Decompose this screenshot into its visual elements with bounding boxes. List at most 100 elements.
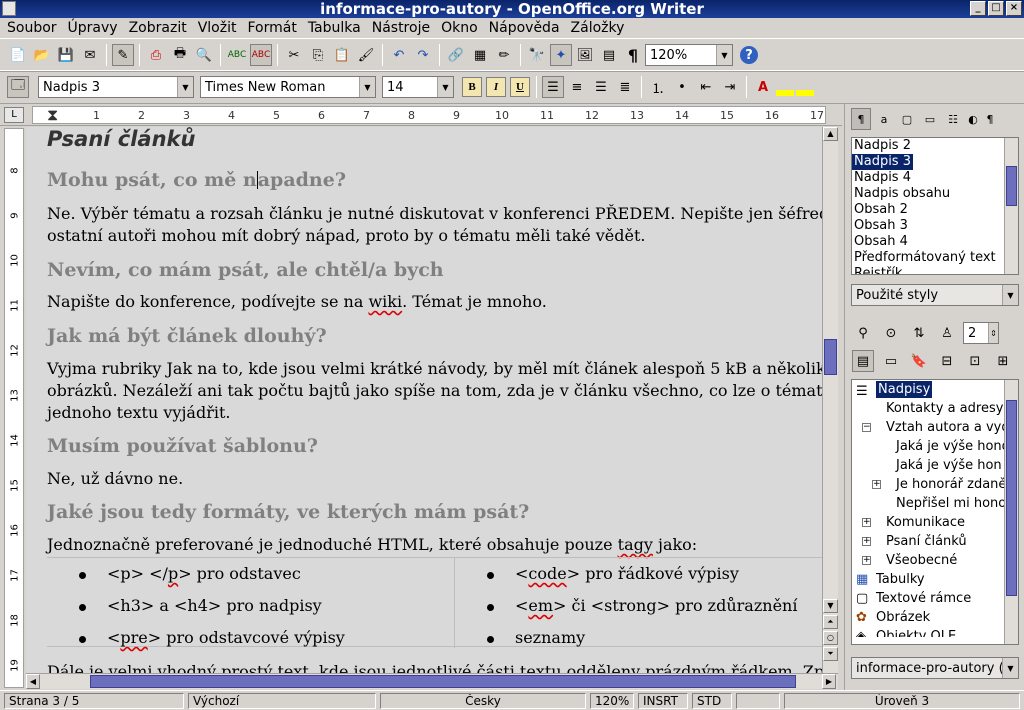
tree-item[interactable]: ✿ Obrázek xyxy=(852,608,1018,627)
list-item[interactable]: Nadpis obsahu xyxy=(852,186,1018,202)
list-item[interactable]: Předformátovaný text xyxy=(852,250,1018,266)
save-icon[interactable]: 💾 xyxy=(55,44,77,66)
paste-icon[interactable]: 📋 xyxy=(331,44,353,66)
navigator-icon[interactable]: ✦ xyxy=(550,44,572,66)
data-sources-icon[interactable]: ▤ xyxy=(598,44,620,66)
styles-list[interactable]: Nadpis 2 Nadpis 3 Nadpis 4 Nadpis obsahu… xyxy=(851,137,1019,275)
export-pdf-icon[interactable]: ⎙ xyxy=(145,44,167,66)
insert-mode-indicator[interactable]: INSRT xyxy=(638,693,688,709)
collapse-icon[interactable]: − xyxy=(862,423,871,432)
tree-item[interactable]: + Komunikace xyxy=(852,513,1018,532)
bold-button[interactable]: B xyxy=(462,77,482,97)
menu-zalozky[interactable]: Záložky xyxy=(568,20,633,36)
minimize-button[interactable]: _ xyxy=(970,1,986,16)
heading-levels-spinner[interactable]: 2 ⇕ xyxy=(963,322,999,344)
show-draw-functions-icon[interactable]: ✏ xyxy=(493,44,515,66)
menu-okno[interactable]: Okno xyxy=(438,20,486,36)
align-right-icon[interactable]: ☰ xyxy=(590,76,612,98)
bullet-table[interactable]: <p> </p> pro odstavec <h3> a <h4> pro na… xyxy=(47,557,822,648)
chevron-down-icon[interactable]: ▼ xyxy=(716,45,732,65)
paragraph-line[interactable]: Ne, už dávno ne. xyxy=(47,468,183,490)
tree-item[interactable]: Jaká je výše hon xyxy=(852,456,1018,475)
fill-format-icon[interactable]: ◐ xyxy=(966,108,980,130)
paragraph-line[interactable]: Jednoznačně preferované je jednoduché HT… xyxy=(47,534,697,556)
spellcheck-icon[interactable]: ABC xyxy=(226,44,248,66)
bullets-icon[interactable]: • xyxy=(671,76,693,98)
horizontal-ruler[interactable]: L ⧗ 1 2 3 4 5 6 7 8 9 10 11 12 13 14 15 … xyxy=(0,104,842,126)
paragraph-line[interactable]: obrázků. Nezáleží ani tak počtu bajtů ja… xyxy=(47,380,822,402)
menu-vlozit[interactable]: Vložit xyxy=(195,20,245,36)
header-icon[interactable]: ⊟ xyxy=(936,350,958,372)
scrollbar-thumb[interactable] xyxy=(1006,400,1017,596)
menu-upravy[interactable]: Úpravy xyxy=(65,20,126,36)
tab-type-selector[interactable]: L xyxy=(4,107,24,123)
heading[interactable]: Jak má být článek dlouhý? xyxy=(47,325,327,347)
tree-item[interactable]: + Psaní článků xyxy=(852,532,1018,551)
autospellcheck-icon[interactable]: ABC xyxy=(250,44,272,66)
align-center-icon[interactable]: ≡ xyxy=(566,76,588,98)
list-box-icon[interactable]: ▭ xyxy=(880,350,902,372)
formatting-marks-icon[interactable]: ¶ xyxy=(622,44,644,66)
drag-mode-icon[interactable]: ⇅ xyxy=(908,322,930,344)
menu-zobrazit[interactable]: Zobrazit xyxy=(126,20,195,36)
paragraph-line[interactable]: jednoho textu vyjádřit. xyxy=(47,402,230,424)
ruler-scale[interactable]: ⧗ 1 2 3 4 5 6 7 8 9 10 11 12 13 14 15 16… xyxy=(32,106,826,124)
tree-item[interactable]: − Vztah autora a vyd xyxy=(852,418,1018,437)
undo-icon[interactable]: ↶ xyxy=(388,44,410,66)
table-icon[interactable]: ▦ xyxy=(469,44,491,66)
paragraph-line[interactable]: Dále je velmi vhodný prostý text, kde js… xyxy=(47,661,822,673)
gallery-icon[interactable]: 🖼 xyxy=(574,44,596,66)
heading[interactable]: Mohu psát, co mě napadne? xyxy=(47,169,346,191)
misspelled-word[interactable]: wiki xyxy=(368,292,402,311)
list-item[interactable]: Nadpis 2 xyxy=(852,138,1018,154)
cut-icon[interactable]: ✂ xyxy=(283,44,305,66)
tree-item[interactable]: ◈ Objekty OLE xyxy=(852,627,1018,637)
menu-tabulka[interactable]: Tabulka xyxy=(305,20,369,36)
language-indicator[interactable]: Česky xyxy=(380,693,586,709)
tree-item[interactable]: Kontakty a adresy xyxy=(852,399,1018,418)
footer-icon[interactable]: ⊡ xyxy=(964,350,986,372)
page-title[interactable]: Psaní článků xyxy=(47,127,195,151)
toggle-icon[interactable]: ⚲ xyxy=(852,322,874,344)
scrollbar-thumb[interactable] xyxy=(90,675,796,688)
horizontal-scrollbar[interactable]: ◀ ▶ xyxy=(26,673,838,689)
print-preview-icon[interactable]: 🔍 xyxy=(193,44,215,66)
frame-styles-icon[interactable]: ▢ xyxy=(897,108,917,130)
maximize-button[interactable]: □ xyxy=(988,1,1004,16)
print-icon[interactable]: 🖶 xyxy=(169,44,191,66)
heading[interactable]: Musím používat šablonu? xyxy=(47,435,318,457)
increase-indent-icon[interactable]: ⇥ xyxy=(719,76,741,98)
page-styles-icon[interactable]: ▭ xyxy=(920,108,940,130)
spinner-arrows-icon[interactable]: ⇕ xyxy=(988,323,998,343)
font-name-combo[interactable]: Times New Roman ▼ xyxy=(200,76,376,98)
menu-format[interactable]: Formát xyxy=(244,20,304,36)
anchor-icon[interactable]: ⊞ xyxy=(992,350,1014,372)
paragraph-line[interactable]: ostatní autoři mohou mít dobrý nápad, pr… xyxy=(47,225,645,247)
document-area[interactable]: Psaní článků Mohu psát, co mě napadne? N… xyxy=(26,127,822,673)
scroll-left-icon[interactable]: ◀ xyxy=(26,674,40,689)
paragraph-line[interactable]: Napište do konference, podívejte se na w… xyxy=(47,291,547,313)
chevron-down-icon[interactable]: ▼ xyxy=(1002,285,1018,305)
scroll-up-icon[interactable]: ▲ xyxy=(823,127,838,141)
navigation-icon[interactable]: ○ xyxy=(823,631,838,645)
open-icon[interactable]: 📂 xyxy=(31,44,53,66)
highlighting-icon[interactable] xyxy=(776,90,794,96)
tree-item[interactable]: + Je honorář zdaně xyxy=(852,475,1018,494)
align-left-icon[interactable]: ☰ xyxy=(542,76,564,98)
zoom-combo[interactable]: 120% ▼ xyxy=(645,44,733,66)
decrease-indent-icon[interactable]: ⇤ xyxy=(695,76,717,98)
character-styles-icon[interactable]: a xyxy=(874,108,894,130)
paragraph-style-combo[interactable]: Nadpis 3 ▼ xyxy=(38,76,194,98)
new-document-icon[interactable]: 📄 xyxy=(7,44,29,66)
help-icon[interactable]: ? xyxy=(740,46,758,64)
paragraph-styles-icon[interactable]: ¶ xyxy=(851,108,871,130)
underline-button[interactable]: U xyxy=(510,77,530,97)
previous-page-icon[interactable]: ⏶ xyxy=(823,615,838,629)
expand-icon[interactable]: + xyxy=(862,556,871,565)
paragraph-line[interactable]: Ne. Výběr tématu a rozsah článku je nutn… xyxy=(47,203,822,225)
list-item-selected[interactable]: Nadpis 3 xyxy=(852,154,913,170)
menu-napoveda[interactable]: Nápověda xyxy=(486,20,568,36)
chevron-down-icon[interactable]: ▼ xyxy=(1002,658,1018,678)
vertical-ruler[interactable]: 8 9 10 11 12 13 14 15 16 17 18 19 xyxy=(4,128,24,688)
tree-item-headings[interactable]: ☰ Nadpisy xyxy=(852,380,1018,399)
